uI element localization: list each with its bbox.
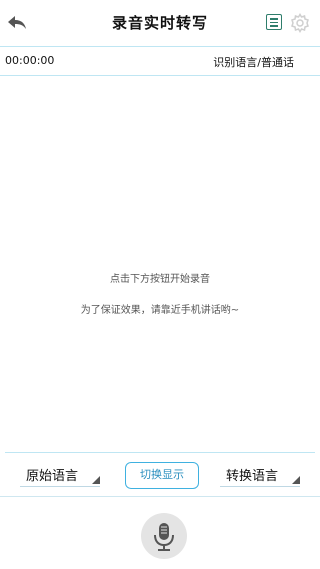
target-language-label: 转换语言 bbox=[226, 469, 279, 484]
target-language-select[interactable]: 转换语言 bbox=[220, 463, 300, 487]
source-language-select[interactable]: 原始语言 bbox=[20, 463, 100, 487]
recording-timer: 00:00:00 bbox=[5, 54, 55, 67]
divider bbox=[0, 496, 320, 497]
switch-display-button[interactable]: 切换显示 bbox=[125, 462, 199, 489]
dropdown-caret-icon bbox=[92, 476, 100, 484]
language-controls: 原始语言 切换显示 转换语言 bbox=[0, 453, 320, 496]
source-language-label: 原始语言 bbox=[26, 469, 79, 484]
hint-speak-closer: 为了保证效果，请靠近手机讲话哟~ bbox=[80, 305, 240, 316]
transcript-area: 点击下方按钮开始录音 为了保证效果，请靠近手机讲话哟~ bbox=[0, 76, 320, 454]
status-bar: 00:00:00 识别语言/普通话 bbox=[0, 46, 320, 76]
app-header: 录音实时转写 bbox=[0, 0, 320, 46]
dropdown-caret-icon bbox=[292, 476, 300, 484]
microphone-icon bbox=[154, 523, 174, 551]
recognition-language[interactable]: 识别语言/普通话 bbox=[213, 54, 294, 70]
list-icon[interactable] bbox=[266, 14, 282, 30]
record-button[interactable] bbox=[141, 513, 187, 559]
gear-icon[interactable] bbox=[290, 13, 310, 33]
hint-start-recording: 点击下方按钮开始录音 bbox=[110, 274, 210, 285]
